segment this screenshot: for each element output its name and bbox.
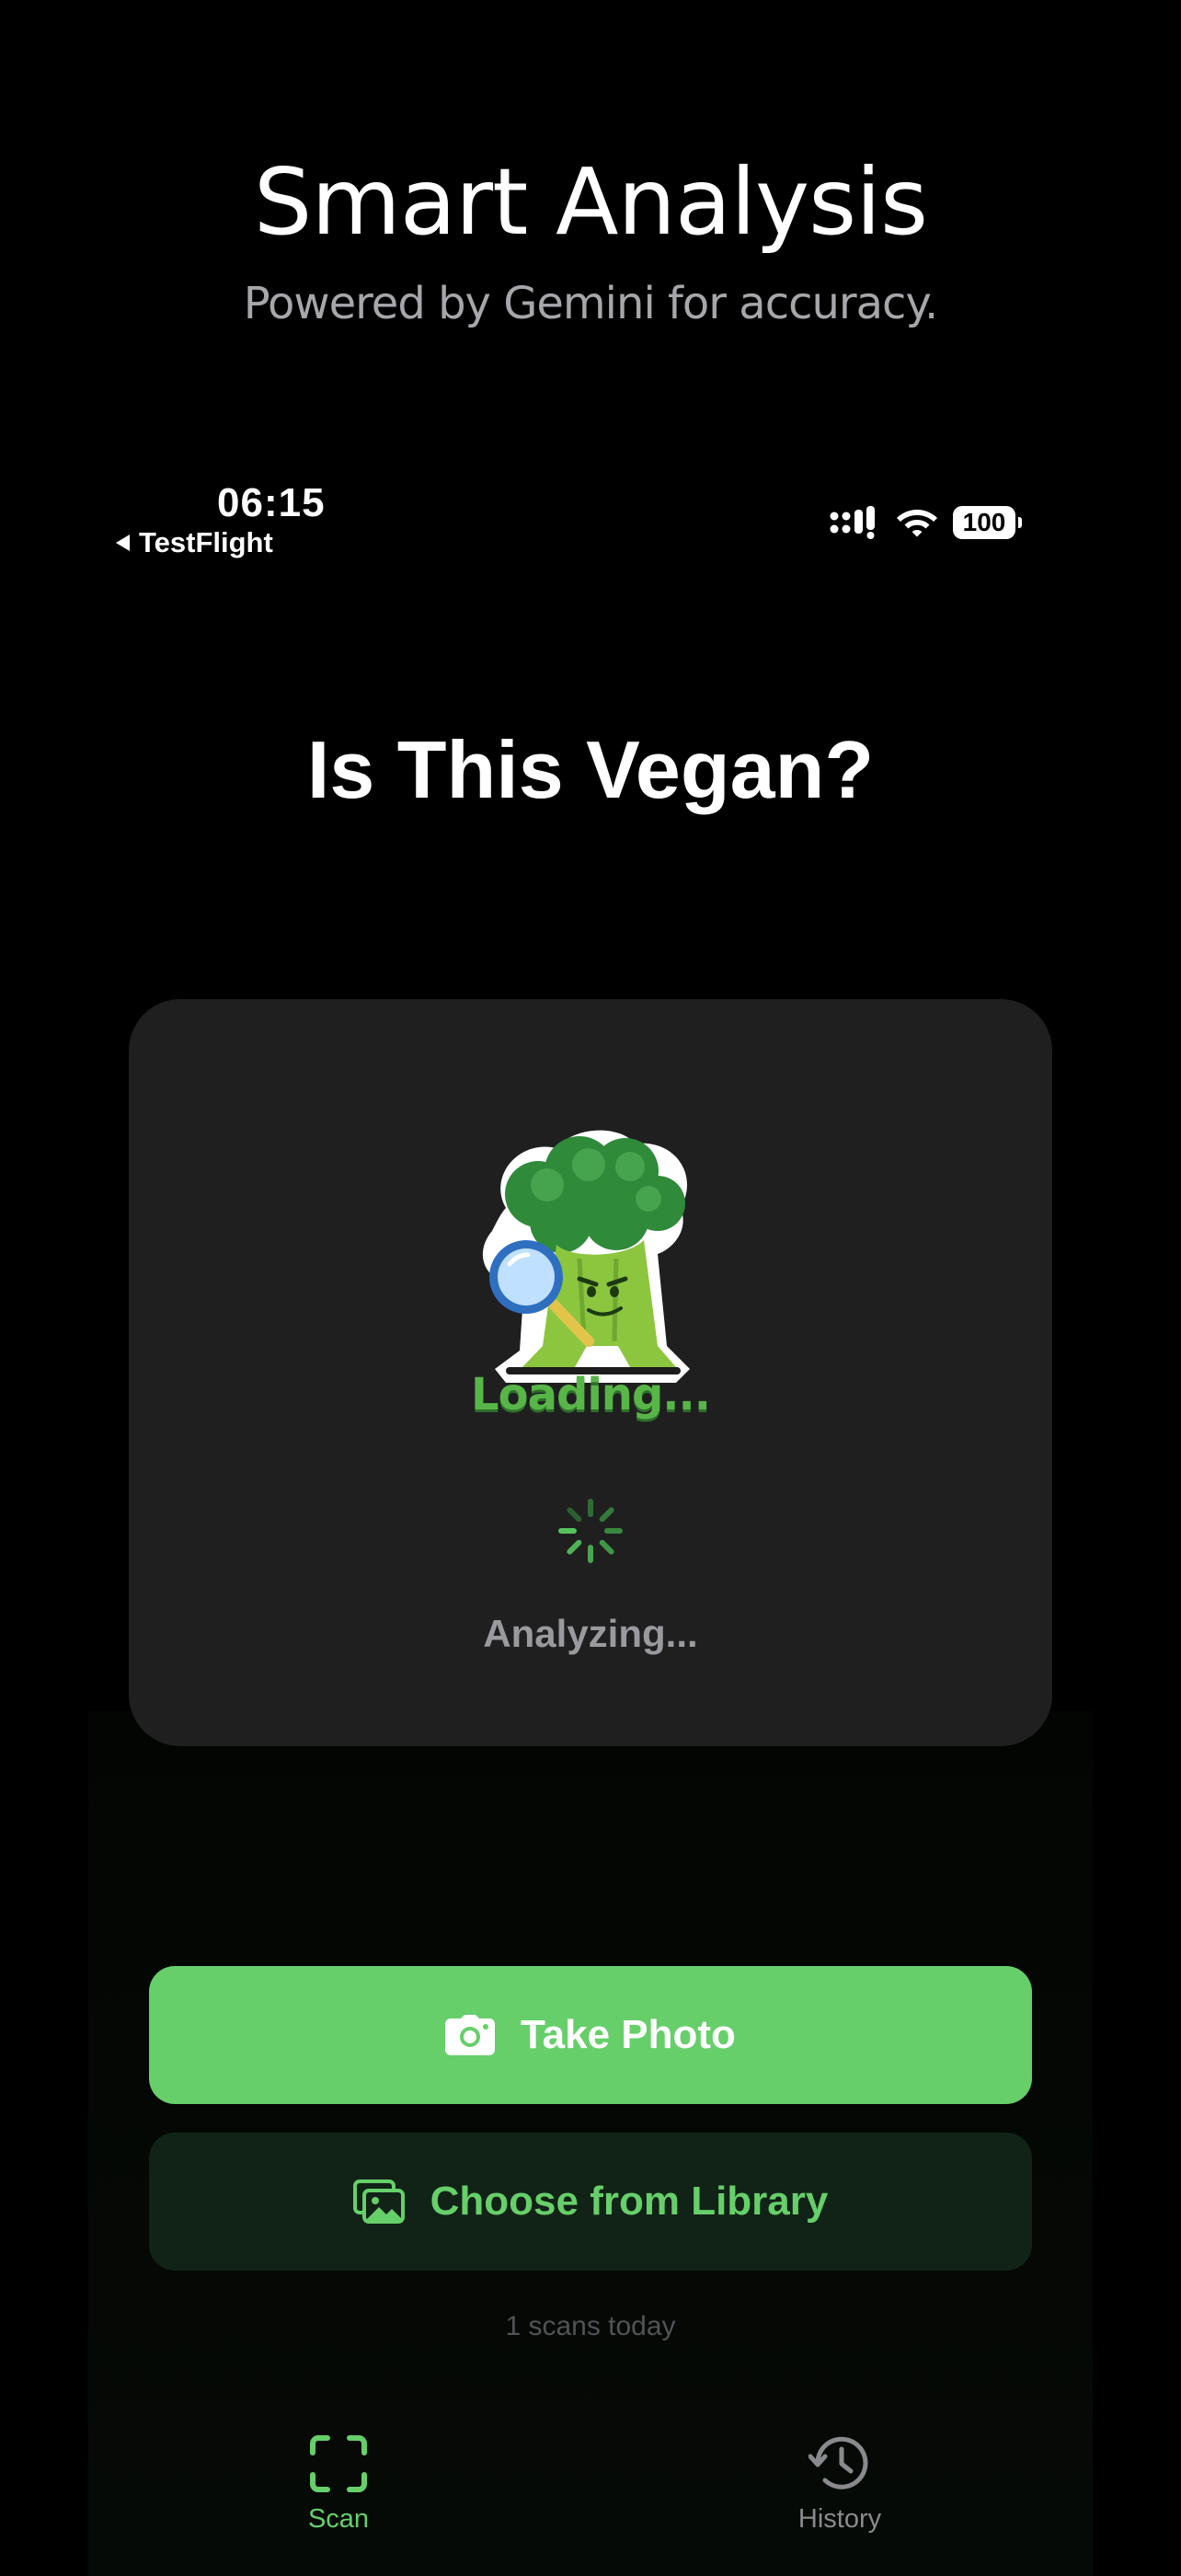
activity-spinner-icon bbox=[558, 1499, 623, 1563]
promo-title: Smart Analysis bbox=[253, 148, 928, 256]
tab-scan-label: Scan bbox=[307, 2504, 370, 2534]
analyzing-status: Analyzing... bbox=[483, 1612, 698, 1655]
battery-icon: 100 bbox=[953, 506, 1022, 539]
back-to-app-link[interactable]: TestFlight bbox=[116, 526, 273, 559]
tab-history-label: History bbox=[797, 2504, 882, 2534]
back-app-label: TestFlight bbox=[139, 526, 273, 558]
back-arrow-icon bbox=[116, 535, 130, 551]
app-screen: 06:15 TestFlight 100 Is This Vegan? Load… bbox=[88, 460, 1093, 2576]
choose-library-label: Choose from Library bbox=[430, 2179, 829, 2224]
screen-title: Is This Vegan? bbox=[306, 724, 875, 815]
tab-history[interactable]: History bbox=[748, 2434, 932, 2535]
loading-text: Loading... bbox=[471, 1369, 711, 1420]
wifi-icon bbox=[897, 510, 937, 537]
take-photo-label: Take Photo bbox=[521, 2012, 736, 2057]
choose-from-library-button[interactable]: Choose from Library bbox=[149, 2133, 1032, 2271]
promo-subtitle: Powered by Gemini for accuracy. bbox=[243, 278, 939, 329]
take-photo-button[interactable]: Take Photo bbox=[149, 1966, 1032, 2104]
scan-frame-icon bbox=[310, 2435, 367, 2492]
tab-scan[interactable]: Scan bbox=[247, 2434, 430, 2535]
status-indicators: 100 bbox=[830, 506, 1022, 539]
history-clock-icon bbox=[808, 2436, 868, 2490]
analysis-card: Loading... Analyzing... bbox=[129, 999, 1052, 1746]
signal-icon bbox=[830, 506, 875, 539]
photo-library-icon bbox=[352, 2179, 405, 2224]
status-time: 06:15 bbox=[217, 480, 326, 525]
scans-today-counter: 1 scans today bbox=[505, 2311, 676, 2341]
broccoli-mascot-image bbox=[482, 1130, 690, 1383]
camera-icon bbox=[445, 2015, 496, 2055]
